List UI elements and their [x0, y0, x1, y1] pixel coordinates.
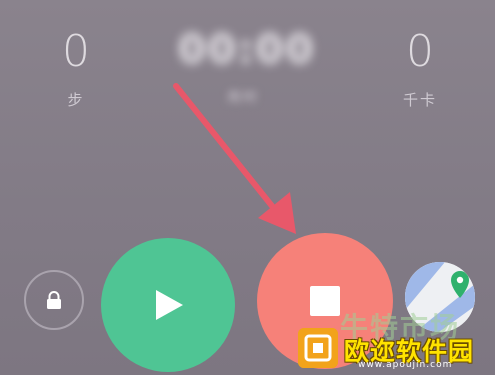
calories-stat: 0 千卡 [390, 28, 450, 110]
watermark: 牛特市场 欧迩软件园 www.apoujin.com [296, 306, 486, 370]
duration-value: 00:00 [178, 27, 316, 73]
duration-stat: 00:00 用时 [178, 26, 316, 108]
steps-stat: 0 步 [48, 28, 104, 110]
play-button[interactable] [101, 238, 235, 372]
steps-label: 步 [67, 91, 85, 109]
watermark-logo-icon [298, 328, 338, 368]
workout-screen: 0 步 00:00 用时 0 千卡 牛特市场 欧迩软件园 www.apoujin… [0, 0, 495, 375]
steps-value: 0 [62, 26, 90, 77]
duration-label: 用时 [227, 90, 259, 106]
play-icon [156, 290, 183, 320]
lock-icon [47, 291, 61, 309]
watermark-url: www.apoujin.com [358, 360, 453, 370]
lock-button[interactable] [24, 270, 84, 330]
calories-value: 0 [406, 26, 434, 77]
calories-label: 千卡 [402, 91, 437, 109]
